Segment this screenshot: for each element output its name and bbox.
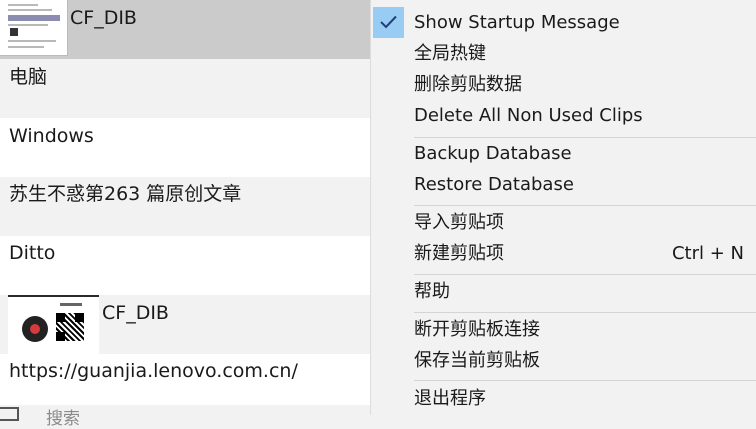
menu-separator xyxy=(414,137,756,138)
menu-item-label: 帮助 xyxy=(414,281,450,302)
menu-item-label: Backup Database xyxy=(414,143,572,164)
menu-item-delete-all-non-used-clips[interactable]: Delete All Non Used Clips xyxy=(371,101,756,131)
clip-item[interactable]: Ditto xyxy=(0,236,370,295)
menu-item-label: 新建剪贴项 xyxy=(414,243,504,264)
clip-item[interactable]: 电脑 xyxy=(0,59,370,118)
menu-item-label: Restore Database xyxy=(414,174,574,195)
menu-item-show-startup-message[interactable]: Show Startup Message xyxy=(371,8,756,38)
menu-item-save-current-clipboard[interactable]: 保存当前剪贴板 xyxy=(371,346,756,376)
clip-item[interactable]: Windows xyxy=(0,118,370,177)
menu-item-disconnect-clipboard[interactable]: 断开剪贴板连接 xyxy=(371,315,756,345)
menu-item-restore-database[interactable]: Restore Database xyxy=(371,170,756,200)
menu-item-import-clip[interactable]: 导入剪贴项 xyxy=(371,208,756,238)
clip-item-label: Ditto xyxy=(9,242,56,264)
menu-item-global-hotkeys[interactable]: 全局热键 xyxy=(371,39,756,69)
clip-thumbnail xyxy=(0,0,68,56)
menu-separator xyxy=(414,205,756,206)
clip-item-label: 电脑 xyxy=(9,66,48,88)
menu-item-label: 断开剪贴板连接 xyxy=(414,319,540,340)
clip-item[interactable]: 苏生不惑第263 篇原创文章 xyxy=(0,177,370,236)
menu-separator xyxy=(414,312,756,313)
menu-item-exit-program[interactable]: 退出程序 xyxy=(371,384,756,414)
menu-item-delete-clip-data[interactable]: 删除剪贴数据 xyxy=(371,70,756,100)
clip-item-label: CF_DIB xyxy=(102,302,169,324)
clip-item-label: Windows xyxy=(9,125,94,147)
menu-item-help[interactable]: 帮助 xyxy=(371,277,756,307)
menu-item-label: 退出程序 xyxy=(414,388,486,409)
clip-thumbnail xyxy=(8,295,99,354)
search-bar[interactable]: 搜索 xyxy=(0,405,370,429)
search-label: 搜索 xyxy=(46,409,80,429)
menu-item-label: 保存当前剪贴板 xyxy=(414,350,540,371)
clip-item-image[interactable]: CF_DIB xyxy=(0,295,370,354)
menu-item-label: 删除剪贴数据 xyxy=(414,74,522,95)
clip-item[interactable]: https://guanjia.lenovo.com.cn/ xyxy=(0,354,370,405)
clip-item-label: 苏生不惑第263 篇原创文章 xyxy=(9,183,242,205)
clip-item-image[interactable]: CF_DIB xyxy=(0,0,370,59)
menu-item-backup-database[interactable]: Backup Database xyxy=(371,139,756,169)
clip-list: CF_DIB 电脑 Windows 苏生不惑第263 篇原创文章 Ditto C… xyxy=(0,0,370,429)
menu-item-label: Show Startup Message xyxy=(414,12,620,33)
clip-item-label: https://guanjia.lenovo.com.cn/ xyxy=(9,360,298,382)
menu-item-label: Delete All Non Used Clips xyxy=(414,105,643,126)
search-box-icon[interactable] xyxy=(0,407,19,421)
menu-item-label: 全局热键 xyxy=(414,43,486,64)
clip-item-label: CF_DIB xyxy=(70,7,137,29)
menu-separator xyxy=(414,380,756,381)
context-menu: Show Startup Message 全局热键 删除剪贴数据 Delete … xyxy=(370,0,756,415)
menu-separator xyxy=(414,274,756,275)
menu-item-label: 导入剪贴项 xyxy=(414,212,504,233)
menu-item-new-clip[interactable]: 新建剪贴项 Ctrl + N xyxy=(371,239,756,269)
menu-item-shortcut: Ctrl + N xyxy=(671,243,744,264)
